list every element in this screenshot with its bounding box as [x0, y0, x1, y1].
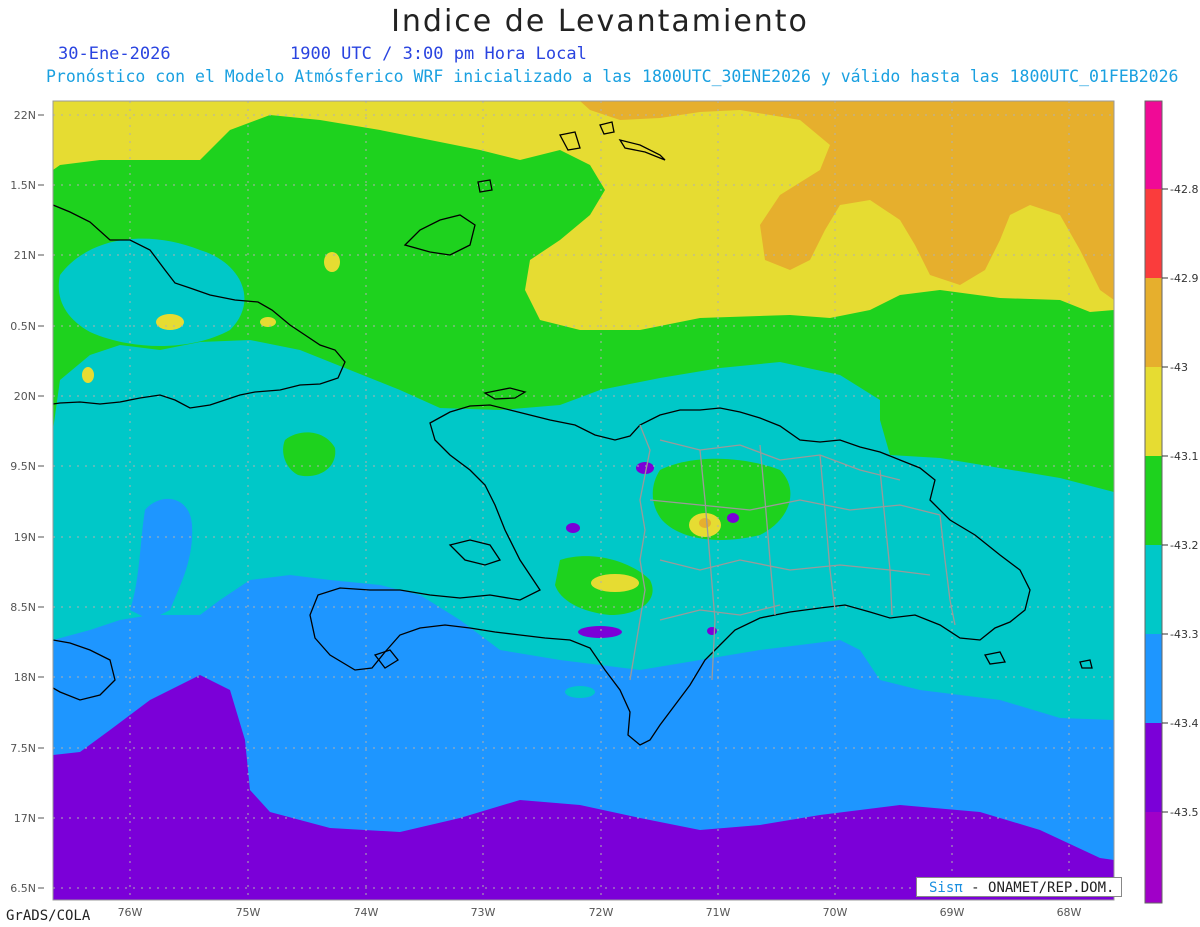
- watermark-brand: Sisπ: [929, 880, 963, 896]
- field-cyan-spot: [565, 686, 595, 698]
- lon-label: 70W: [823, 906, 848, 919]
- lat-label: 19N: [14, 531, 36, 544]
- lon-label: 69W: [940, 906, 965, 919]
- colorbar-box-5: [1145, 545, 1162, 634]
- field-blue-spot: [274, 642, 298, 662]
- lon-axis: 76W 75W 74W 73W 72W 71W 70W 69W 68W: [118, 906, 1082, 919]
- colorbar-box-0: [1145, 101, 1162, 189]
- colorbar-label: -43.4: [1170, 717, 1198, 730]
- lat-label: 6.5N: [10, 882, 36, 895]
- colorbar-label: -43.5: [1170, 806, 1198, 819]
- lon-label: 72W: [589, 906, 614, 919]
- grads-credit: GrADS/COLA: [6, 908, 91, 924]
- colorbar-box-2: [1145, 278, 1162, 367]
- lat-label: 9.5N: [10, 460, 36, 473]
- lat-label: 1.5N: [10, 179, 36, 192]
- field-yellow-spot: [82, 367, 94, 383]
- lon-label: 74W: [354, 906, 379, 919]
- colorbar-label: -43: [1170, 361, 1188, 374]
- colorbar-label: -43.1: [1170, 450, 1198, 463]
- watermark: Sisπ - ONAMET/REP.DOM.: [916, 877, 1122, 897]
- lat-label: 18N: [14, 671, 36, 684]
- watermark-org: - ONAMET/REP.DOM.: [971, 880, 1115, 896]
- lon-label: 76W: [118, 906, 143, 919]
- colorbar-box-1: [1145, 189, 1162, 278]
- colorbar-box-8: [1145, 812, 1162, 903]
- lon-label: 71W: [706, 906, 731, 919]
- lat-label: 17N: [14, 812, 36, 825]
- lat-label: 20N: [14, 390, 36, 403]
- field-purple-spot: [707, 627, 717, 635]
- lat-axis: 22N 1.5N 21N 0.5N 20N 9.5N 19N 8.5N 18N …: [10, 109, 36, 895]
- colorbar-box-6: [1145, 634, 1162, 723]
- map-panel: 22N 1.5N 21N 0.5N 20N 9.5N 19N 8.5N 18N …: [10, 100, 1198, 919]
- field-purple-spot: [727, 513, 739, 523]
- colorbar: -42.8 -42.9 -43 -43.1 -43.2 -43.3 -43.4 …: [1144, 100, 1198, 904]
- colorbar-label: -43.2: [1170, 539, 1198, 552]
- lat-label: 7.5N: [10, 742, 36, 755]
- lon-label: 68W: [1057, 906, 1082, 919]
- lat-label: 8.5N: [10, 601, 36, 614]
- colorbar-box-3: [1145, 367, 1162, 456]
- colorbar-label: -43.3: [1170, 628, 1198, 641]
- colorbar-box-7: [1145, 723, 1162, 812]
- field-purple-spot: [566, 523, 580, 533]
- lon-label: 73W: [471, 906, 496, 919]
- field-yellow-spot: [591, 574, 639, 592]
- lat-ticks: [38, 114, 44, 889]
- lat-label: 21N: [14, 249, 36, 262]
- lat-label: 22N: [14, 109, 36, 122]
- field-yellow-spot: [156, 314, 184, 330]
- field-green-patch: [652, 458, 791, 540]
- field-purple-spot: [578, 626, 622, 638]
- colorbar-label: -42.9: [1170, 272, 1198, 285]
- colorbar-label: -42.8: [1170, 183, 1198, 196]
- lon-label: 75W: [236, 906, 261, 919]
- lat-label: 0.5N: [10, 320, 36, 333]
- colorbar-box-4: [1145, 456, 1162, 545]
- field-orange-spot: [699, 518, 711, 528]
